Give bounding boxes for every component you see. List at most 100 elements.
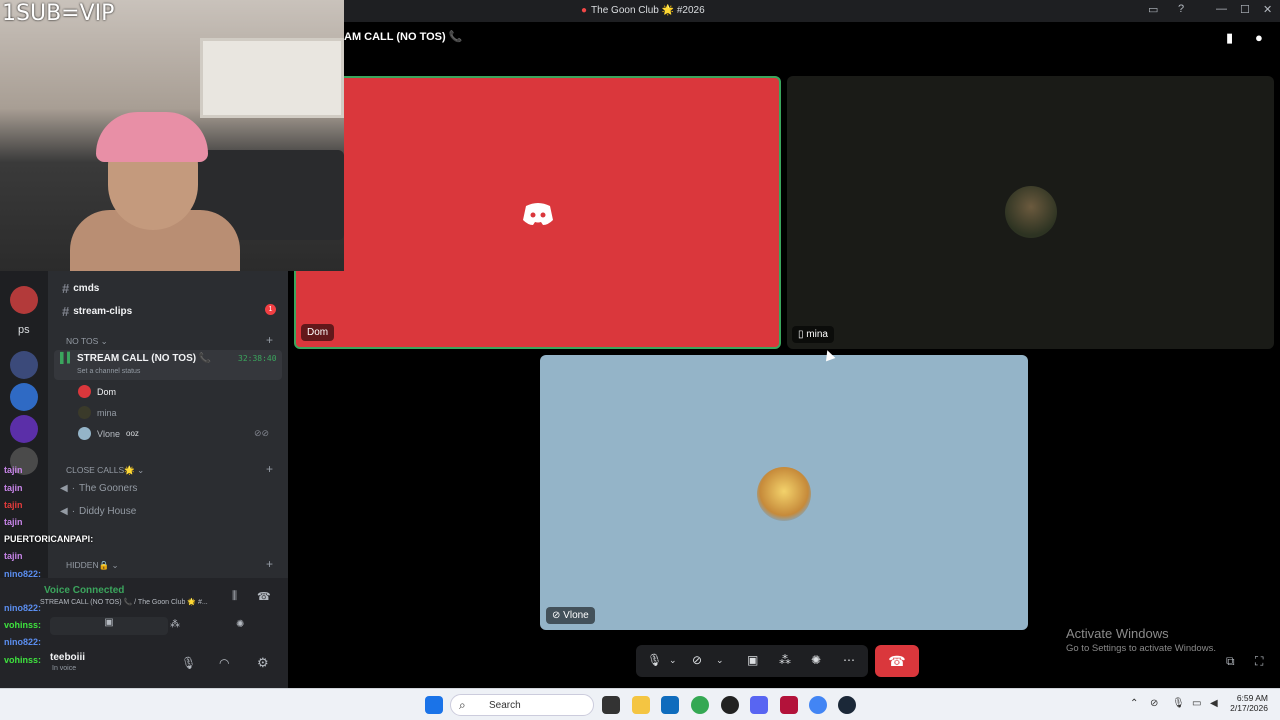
clock[interactable]: 6:59 AM 2/17/2026 [1228,693,1268,713]
chat-message: nino822: [4,569,42,579]
start-icon[interactable] [425,696,443,714]
network-icon[interactable]: ⊘ [1150,698,1158,709]
chat-message: vohinss: [4,655,42,665]
speaker-icon: ◀ [60,506,68,517]
voice-icon: ▌▍ [60,353,75,364]
server-icon[interactable] [10,351,38,379]
task-view-icon[interactable] [602,696,620,714]
chevron-down-icon[interactable]: ⌄ [669,655,677,666]
chat-message: PUERTORICANPAPI: [4,534,94,544]
settings-gear-icon[interactable]: ⚙ [257,655,269,671]
close-button[interactable]: ✕ [1263,3,1272,16]
voice-member[interactable]: mina [78,406,117,419]
chat-message: tajin [4,465,23,475]
voice-channel[interactable]: ◀ · Diddy House [60,506,136,517]
category-hidden[interactable]: HIDDEN🔒 ⌄ [66,560,119,571]
chevron-down-icon[interactable]: ⌄ [716,655,724,666]
chat-message: tajin [4,517,23,527]
activities-icon[interactable]: ⁂ [170,619,180,630]
help-icon[interactable]: ? [1178,3,1184,15]
chat-message: tajin [4,500,23,510]
voice-channel-active[interactable]: ▌▍ STREAM CALL (NO TOS) 📞 32:38:40 Set a… [54,350,282,380]
bookmark-icon[interactable]: ▮ [1226,30,1233,46]
adobe-icon[interactable] [780,696,798,714]
display-icon[interactable]: ▭ [1192,698,1201,709]
server-icon[interactable] [10,383,38,411]
category-no-tos[interactable]: NO TOS ⌄ [66,336,108,347]
avatar [78,385,91,398]
end-call-button[interactable]: ☎ [875,645,919,677]
headphones-icon[interactable]: ◠ [219,656,229,670]
windows-taskbar: ⌕ Search ⌃ ⊘ 🎙︎ ▭ ◀ 6:59 AM 2/17/2026 [0,688,1280,720]
search-icon: ⌕ [459,698,466,712]
window-title: ● The Goon Club 🌟 #2026 [581,5,705,16]
store-icon[interactable] [661,696,679,714]
chat-message: tajin [4,551,23,561]
webcam-overlay: 1SUB=VIP [0,0,344,271]
chrome-icon[interactable] [691,696,709,714]
server-icon[interactable] [10,286,38,314]
popout-icon[interactable]: ⧉ [1226,654,1235,669]
microphone-icon[interactable]: 🎙︎ [1172,698,1185,709]
obs-icon[interactable] [721,696,739,714]
microphone-icon[interactable]: 🎙︎ [647,653,662,667]
add-channel-button[interactable]: + [266,557,273,571]
video-tile-mina[interactable]: ▯ mina [787,76,1274,349]
voice-channel[interactable]: ◀ · The Gooners [60,483,137,494]
camera-off-icon[interactable]: ⊘ [692,653,702,667]
volume-icon[interactable]: ◀ [1210,698,1218,709]
username[interactable]: teeboiii [50,652,85,663]
category-close-calls[interactable]: CLOSE CALLS🌟 ⌄ [66,465,144,476]
disconnect-icon[interactable]: ☎ [257,590,271,603]
chat-message: nino822: [4,603,42,613]
activate-windows-watermark: Activate Windows Go to Settings to activ… [1066,626,1216,654]
share-screen-icon[interactable]: ▣ [747,653,758,667]
share-screen-button[interactable]: ▣ [50,617,168,635]
tile-name-tag: Dom [301,324,335,341]
user-panel [0,645,288,688]
video-tile-dom[interactable]: Dom [294,76,781,349]
activities-icon[interactable]: ⁂ [779,653,791,667]
call-channel-title: AM CALL (NO TOS) 📞 [344,31,463,43]
steam-icon[interactable] [838,696,856,714]
screen-share-icon[interactable]: ▭ [1148,3,1158,16]
voice-connected-label[interactable]: Voice Connected [44,585,124,596]
channel-cmds[interactable]: # cmds [62,281,99,296]
voice-connected-channel[interactable]: STREAM CALL (NO TOS) 📞 / The Goon Club 🌟… [40,598,208,606]
discord-logo-icon: ● [581,5,588,16]
channel-status[interactable]: Set a channel status [77,368,140,375]
chat-message: vohinss: [4,620,42,630]
add-channel-button[interactable]: + [266,333,273,347]
discord-icon[interactable] [750,696,768,714]
fullscreen-icon[interactable]: ⛶ [1255,654,1263,669]
video-tile-vlone[interactable]: ⊘ Vlone [540,355,1028,630]
file-explorer-icon[interactable] [632,696,650,714]
soundboard-icon[interactable]: ✺ [236,619,244,630]
microphone-icon[interactable]: 🎙︎ [181,656,196,670]
muted-icons: ⊘⊘ [254,428,270,438]
server-icon[interactable] [10,415,38,443]
noise-icon[interactable]: ⫼ [232,590,237,603]
chrome-icon[interactable] [809,696,827,714]
chevron-up-icon[interactable]: ⌃ [1130,698,1138,709]
chat-icon[interactable]: ● [1255,30,1263,45]
soundboard-icon[interactable]: ✺ [811,653,821,667]
channel-stream-clips[interactable]: # stream-clips [62,304,132,319]
discord-logo-icon [523,203,553,225]
room-window [200,38,344,118]
voice-member[interactable]: Dom [78,385,116,398]
search-box[interactable]: ⌕ Search [450,694,594,716]
speaker-icon: ◀ [60,483,68,494]
more-icon[interactable]: ⋯ [843,653,855,667]
webcam-overlay-text: 1SUB=VIP [2,1,115,26]
add-channel-button[interactable]: + [266,462,273,476]
voice-member[interactable]: Vlone ooz [78,427,139,440]
chat-message: nino822: [4,637,42,647]
call-timer: 32:38:40 [238,354,277,363]
maximize-button[interactable]: ☐ [1240,3,1250,16]
minimize-button[interactable]: — [1216,3,1227,15]
tile-name-tag: ▯ mina [792,326,834,343]
muted-video-icon: ⊘ [552,610,564,621]
hash-icon: # [62,281,70,296]
server-label: ps [18,324,30,336]
